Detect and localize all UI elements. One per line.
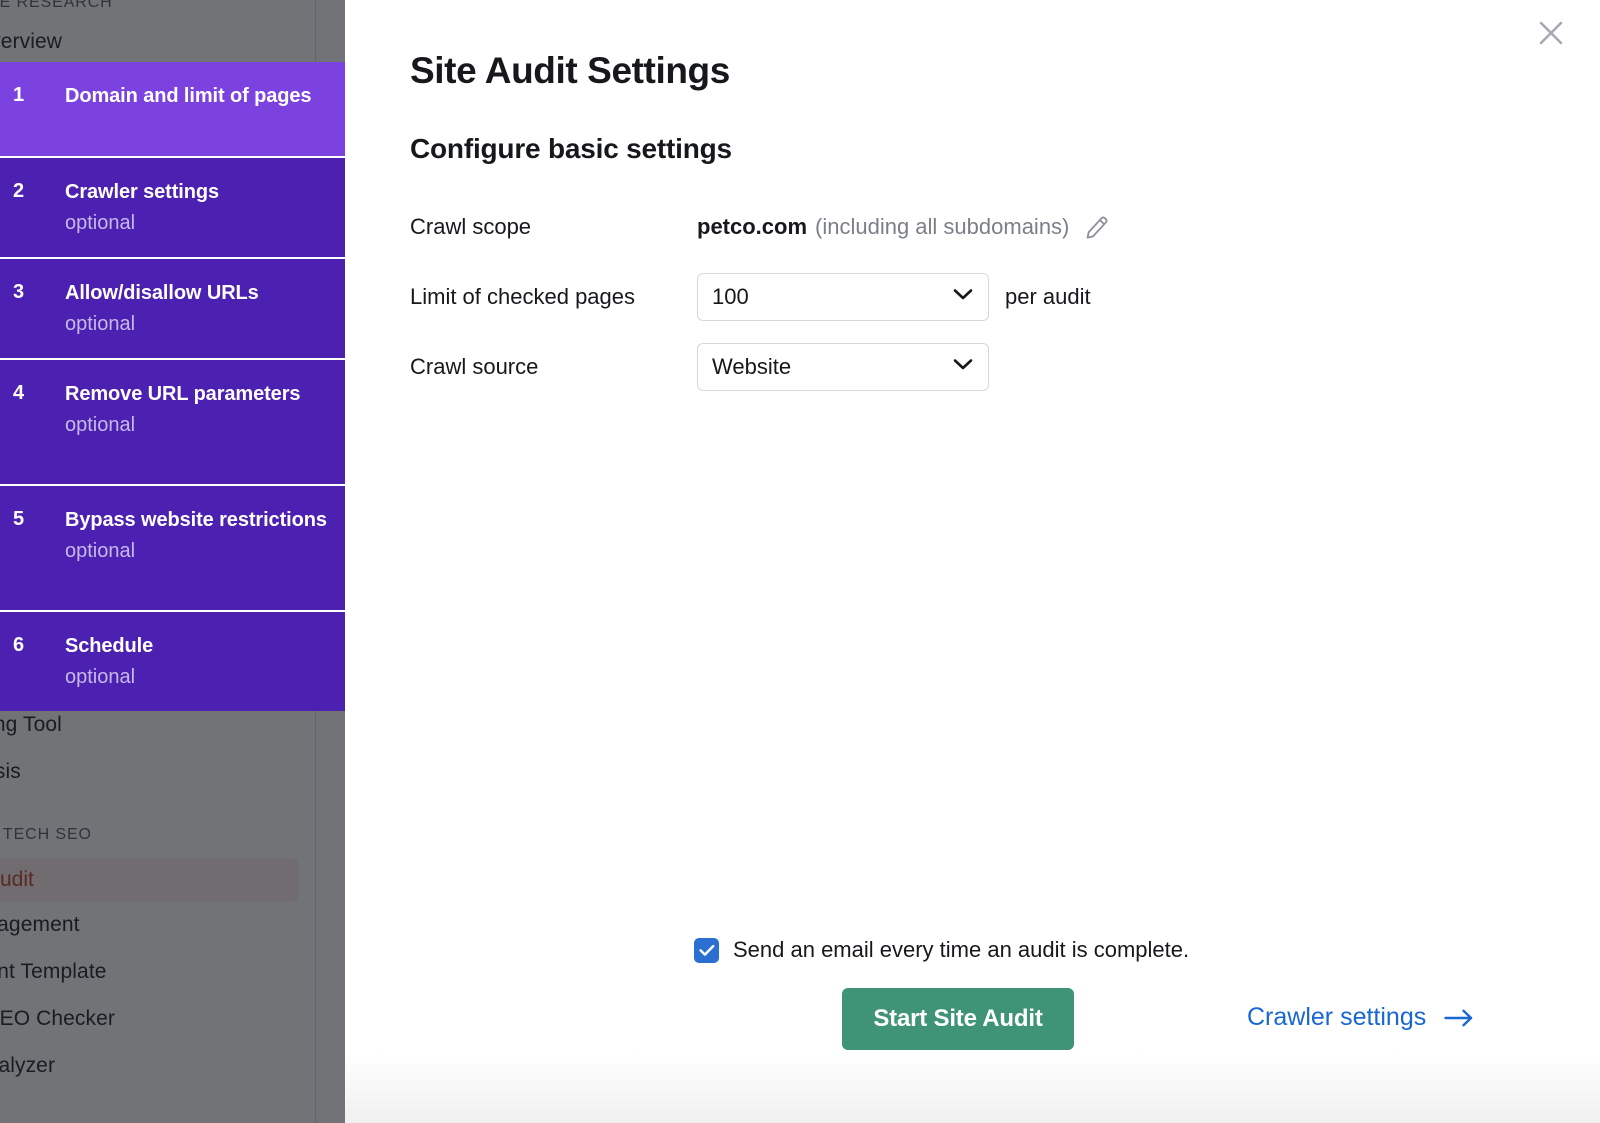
step-number: 3: [13, 278, 53, 306]
pencil-icon[interactable]: [1083, 214, 1110, 241]
crawl-scope-domain: petco.com: [697, 213, 807, 241]
modal-footer: Send an email every time an audit is com…: [345, 923, 1600, 1123]
basic-settings-form: Crawl scope petco.com (including all sub…: [410, 203, 1460, 413]
step-optional-label: optional: [65, 208, 327, 238]
step-title: Crawler settings: [65, 177, 327, 207]
background-nav-item-analyzer[interactable]: e Analyzer: [0, 1054, 316, 1078]
crawl-scope-label: Crawl scope: [410, 213, 697, 241]
step-optional-label: optional: [65, 410, 327, 440]
step-item-3-allow-disallow-urls[interactable]: 3 Allow/disallow URLs optional: [0, 259, 345, 360]
step-item-2-crawler-settings[interactable]: 2 Crawler settings optional: [0, 158, 345, 259]
limit-of-checked-pages-select[interactable]: 100: [697, 273, 989, 321]
step-optional-label: optional: [65, 536, 327, 566]
step-title: Domain and limit of pages: [65, 81, 327, 111]
background-nav-item-overview[interactable]: n Overview: [0, 30, 316, 54]
crawl-scope-row: Crawl scope petco.com (including all sub…: [410, 203, 1460, 251]
step-number: 4: [13, 379, 53, 407]
limit-of-checked-pages-select-wrap: 100: [697, 273, 989, 321]
step-item-6-schedule[interactable]: 6 Schedule optional: [0, 612, 345, 711]
background-nav-item-management[interactable]: Management: [0, 913, 316, 937]
crawl-source-select-wrap: Website: [697, 343, 989, 391]
start-site-audit-button[interactable]: Start Site Audit: [842, 988, 1074, 1050]
step-number: 6: [13, 631, 53, 659]
site-audit-settings-screen: TITIVE RESEARCH n Overview uilding Tool …: [0, 0, 1600, 1123]
step-title: Schedule: [65, 631, 327, 661]
step-item-4-remove-url-parameters[interactable]: 4 Remove URL parameters optional: [0, 360, 345, 486]
step-optional-label: optional: [65, 662, 327, 692]
background-section-label-top: TITIVE RESEARCH: [0, 0, 316, 12]
step-number: 1: [13, 81, 53, 109]
limit-of-checked-pages-label: Limit of checked pages: [410, 283, 697, 311]
background-nav-item-content-template[interactable]: ontent Template: [0, 960, 316, 984]
crawl-source-label: Crawl source: [410, 353, 697, 381]
step-title: Remove URL parameters: [65, 379, 327, 409]
step-optional-label: optional: [65, 309, 327, 339]
step-number: 5: [13, 505, 53, 533]
crawl-scope-note: (including all subdomains): [815, 213, 1069, 241]
email-notification-row[interactable]: Send an email every time an audit is com…: [694, 937, 1189, 963]
email-notification-checkbox[interactable]: [694, 938, 719, 963]
background-nav-item-link-building-tool[interactable]: uilding Tool: [0, 713, 316, 737]
step-item-1-domain-and-limit-of-pages[interactable]: 1 Domain and limit of pages: [0, 62, 345, 158]
crawl-scope-value: petco.com (including all subdomains): [697, 213, 1110, 241]
step-item-5-bypass-website-restrictions[interactable]: 5 Bypass website restrictions optional: [0, 486, 345, 612]
background-nav-item-analysis[interactable]: nalysis: [0, 760, 316, 784]
crawl-source-row: Crawl source Website: [410, 343, 1460, 391]
background-nav-item-site-audit[interactable]: udit: [0, 858, 298, 902]
crawler-settings-link[interactable]: Crawler settings: [1247, 1003, 1474, 1032]
arrow-right-icon: [1444, 1009, 1474, 1027]
settings-steps-rail: 1 Domain and limit of pages 2 Crawler se…: [0, 62, 345, 711]
close-icon[interactable]: [1530, 12, 1572, 54]
step-number: 2: [13, 177, 53, 205]
crawl-source-select[interactable]: Website: [697, 343, 989, 391]
email-notification-label: Send an email every time an audit is com…: [733, 937, 1189, 963]
step-title: Bypass website restrictions: [65, 505, 327, 535]
site-audit-settings-modal: Site Audit Settings Configure basic sett…: [345, 0, 1600, 1123]
section-title: Configure basic settings: [410, 133, 732, 165]
per-audit-label: per audit: [1005, 284, 1091, 310]
step-title: Allow/disallow URLs: [65, 278, 327, 308]
background-nav-item-seo-checker[interactable]: ge SEO Checker: [0, 1007, 316, 1031]
page-title: Site Audit Settings: [410, 50, 730, 92]
limit-of-checked-pages-row: Limit of checked pages 100 per audit: [410, 273, 1460, 321]
background-section-label-bottom: GE & TECH SEO: [0, 826, 316, 844]
crawler-settings-link-label: Crawler settings: [1247, 1003, 1426, 1032]
